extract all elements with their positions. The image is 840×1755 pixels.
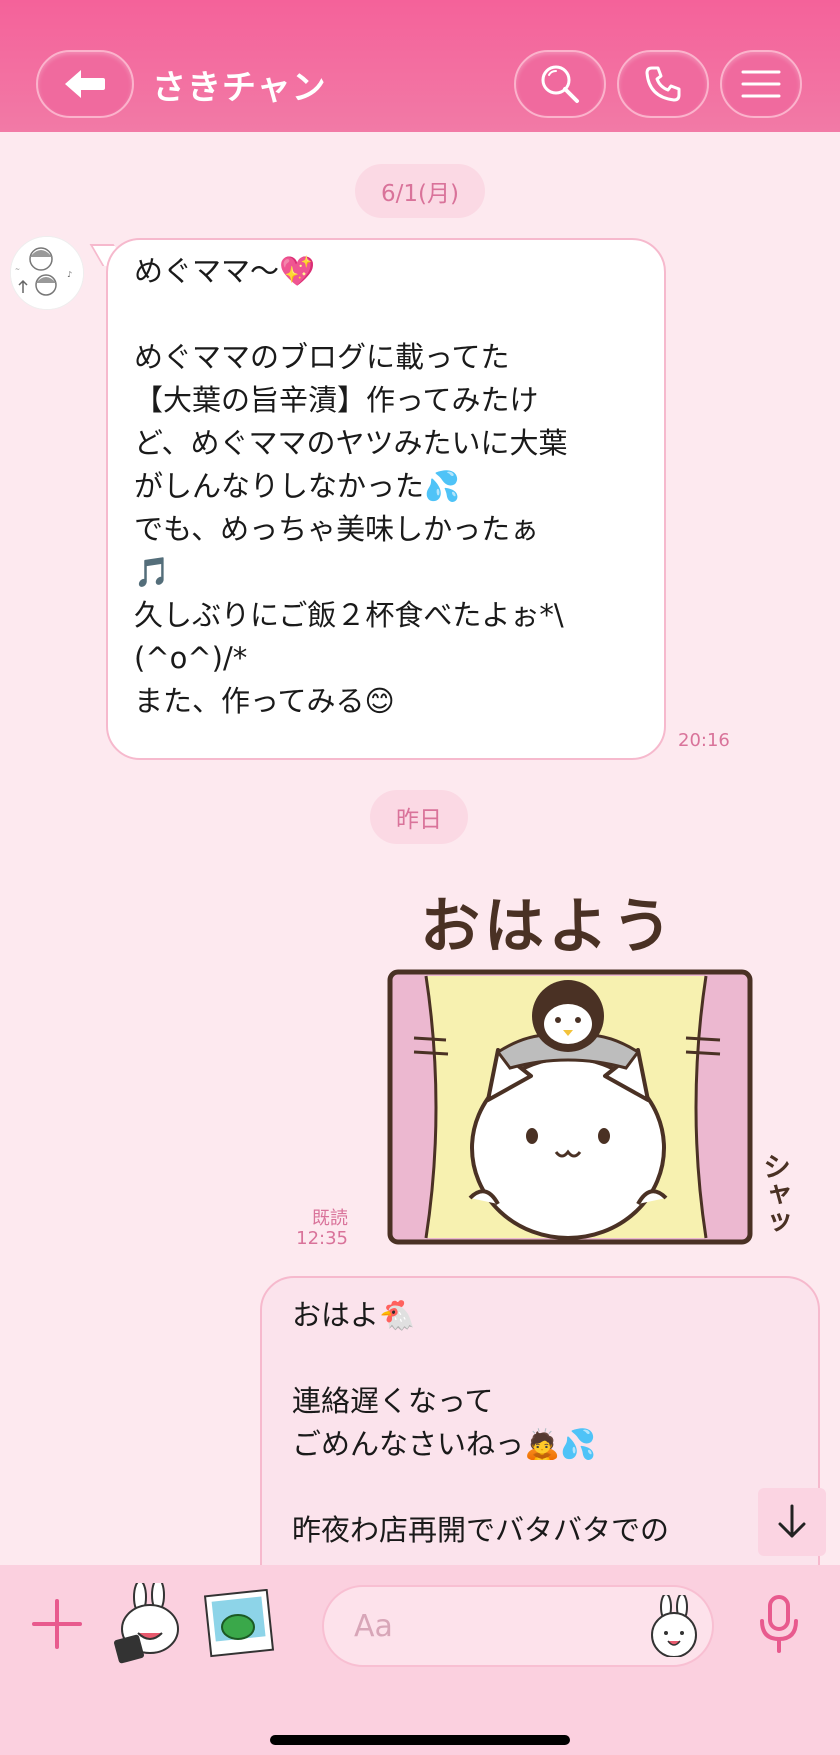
svg-text:♪: ♪ (67, 270, 72, 279)
scroll-to-bottom-button[interactable] (758, 1488, 826, 1556)
arrow-down-icon (778, 1504, 806, 1538)
svg-text:~: ~ (15, 266, 20, 273)
search-icon (541, 65, 579, 103)
search-button[interactable] (514, 50, 606, 118)
chat-header: さきチャン (0, 0, 840, 132)
sticker-side-text: シャッ (759, 1152, 792, 1236)
sticker-icon[interactable] (112, 1583, 188, 1665)
chat-area[interactable]: 6/1(月) ~ ♪ めぐママ〜💖 めぐママのブログに載ってた 【大葉の旨辛漬】… (0, 132, 840, 1565)
message-timestamp: 12:35 (296, 1228, 348, 1249)
photo-icon[interactable] (204, 1589, 276, 1659)
sticker-message[interactable]: おはよう シャッ (384, 872, 794, 1262)
avatar[interactable]: ~ ♪ (10, 236, 84, 310)
back-arrow-icon (65, 70, 105, 98)
hamburger-menu-icon (741, 70, 781, 98)
emoji-icon[interactable] (646, 1595, 702, 1657)
input-bar: Aa (0, 1565, 840, 1755)
menu-button[interactable] (720, 50, 802, 118)
read-receipt: 既読 (312, 1208, 348, 1229)
incoming-message-text: めぐママ〜💖 めぐママのブログに載ってた 【大葉の旨辛漬】作ってみたけ ど、めぐ… (134, 254, 568, 718)
input-placeholder: Aa (354, 1609, 393, 1644)
message-timestamp: 20:16 (678, 730, 730, 751)
outgoing-message-text: おはよ🐔 連絡遅くなって ごめんなさいねっ🙇💦 昨夜わ店再開でバタバタでの (292, 1298, 670, 1547)
incoming-message-bubble[interactable]: めぐママ〜💖 めぐママのブログに載ってた 【大葉の旨辛漬】作ってみたけ ど、めぐ… (106, 238, 666, 760)
message-input[interactable]: Aa (322, 1585, 714, 1667)
date-separator: 昨日 (370, 790, 468, 844)
chat-title: さきチャン (152, 68, 327, 108)
sticker-caption: おはよう (420, 892, 676, 962)
date-separator: 6/1(月) (355, 164, 485, 218)
home-indicator (270, 1735, 570, 1745)
outgoing-message-bubble[interactable]: おはよ🐔 連絡遅くなって ごめんなさいねっ🙇💦 昨夜わ店再開でバタバタでの (260, 1276, 820, 1565)
sticker-cat-penguin-icon (387, 969, 753, 1245)
phone-icon (645, 66, 681, 102)
back-button[interactable] (36, 50, 134, 118)
plus-icon[interactable] (30, 1597, 84, 1651)
call-button[interactable] (617, 50, 709, 118)
microphone-icon[interactable] (756, 1593, 802, 1655)
avatar-drawing-icon: ~ ♪ (11, 237, 83, 309)
